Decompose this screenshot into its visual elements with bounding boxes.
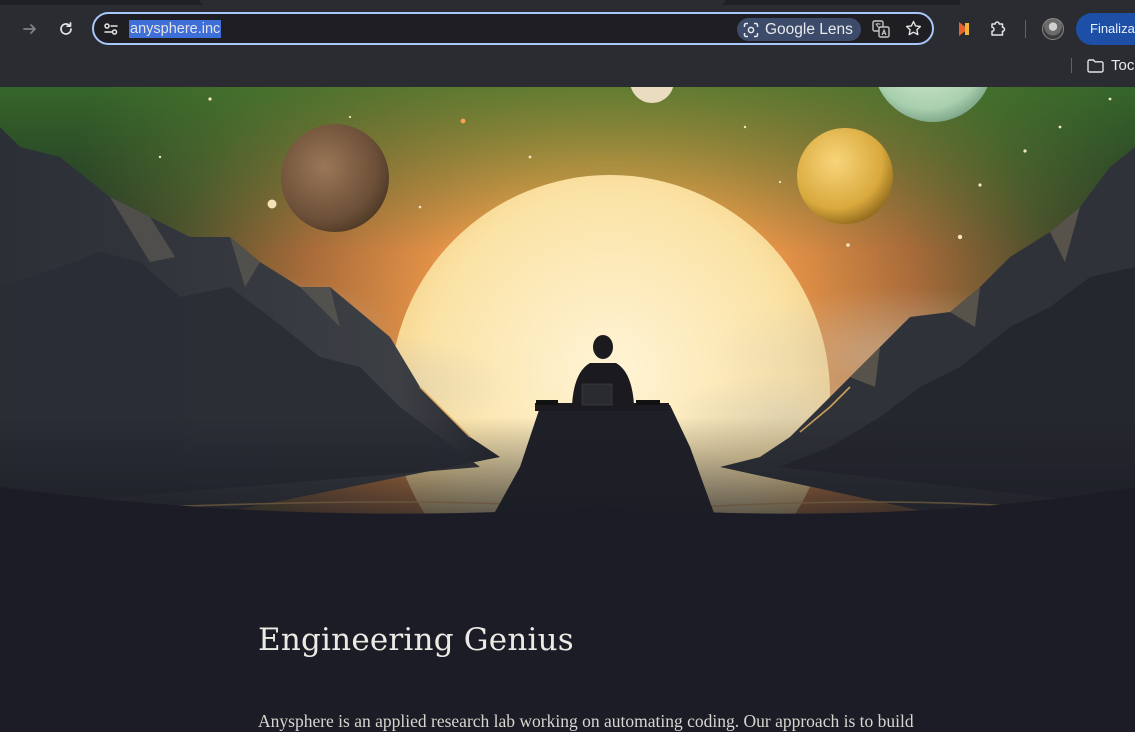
google-lens-label: Google Lens <box>765 20 853 38</box>
address-bar[interactable]: anysphere.inc Google Lens <box>92 12 934 45</box>
translate-icon <box>872 20 890 38</box>
extension-icon <box>959 22 969 36</box>
avatar[interactable] <box>1042 18 1064 40</box>
folder-icon <box>1087 58 1104 73</box>
toolbar-divider <box>1025 20 1026 38</box>
extensions-menu-button[interactable] <box>988 18 1008 42</box>
extension-button[interactable] <box>956 20 972 42</box>
browser-toolbar: anysphere.inc Google Lens Finaliza Toc <box>0 0 1135 87</box>
bookmark-star-button[interactable] <box>905 20 922 41</box>
translate-button[interactable] <box>872 20 890 42</box>
bookmarks-divider <box>1071 58 1072 73</box>
bookmark-folder-label: Toc <box>1111 57 1135 74</box>
site-settings-icon <box>104 23 118 35</box>
google-lens-button[interactable]: Google Lens <box>737 18 861 41</box>
page-title: Engineering Genius <box>258 622 574 658</box>
finalize-update-button[interactable]: Finaliza <box>1076 13 1135 45</box>
bookmarks-bar <box>0 52 1135 87</box>
tab-strip <box>0 0 1135 5</box>
puzzle-icon <box>991 21 1006 36</box>
reload-icon <box>60 21 72 35</box>
url-text[interactable]: anysphere.inc <box>129 20 222 38</box>
intro-paragraph: Anysphere is an applied research lab wor… <box>258 711 914 731</box>
bookmark-star-icon <box>905 20 922 36</box>
hero-illustration <box>0 87 1135 557</box>
forward-button[interactable] <box>16 15 44 43</box>
bookmark-folder[interactable]: Toc <box>1087 57 1134 74</box>
google-lens-icon <box>743 22 759 37</box>
forward-arrow-icon <box>23 24 36 34</box>
reload-button[interactable] <box>52 15 80 43</box>
site-info-button[interactable] <box>103 21 119 41</box>
